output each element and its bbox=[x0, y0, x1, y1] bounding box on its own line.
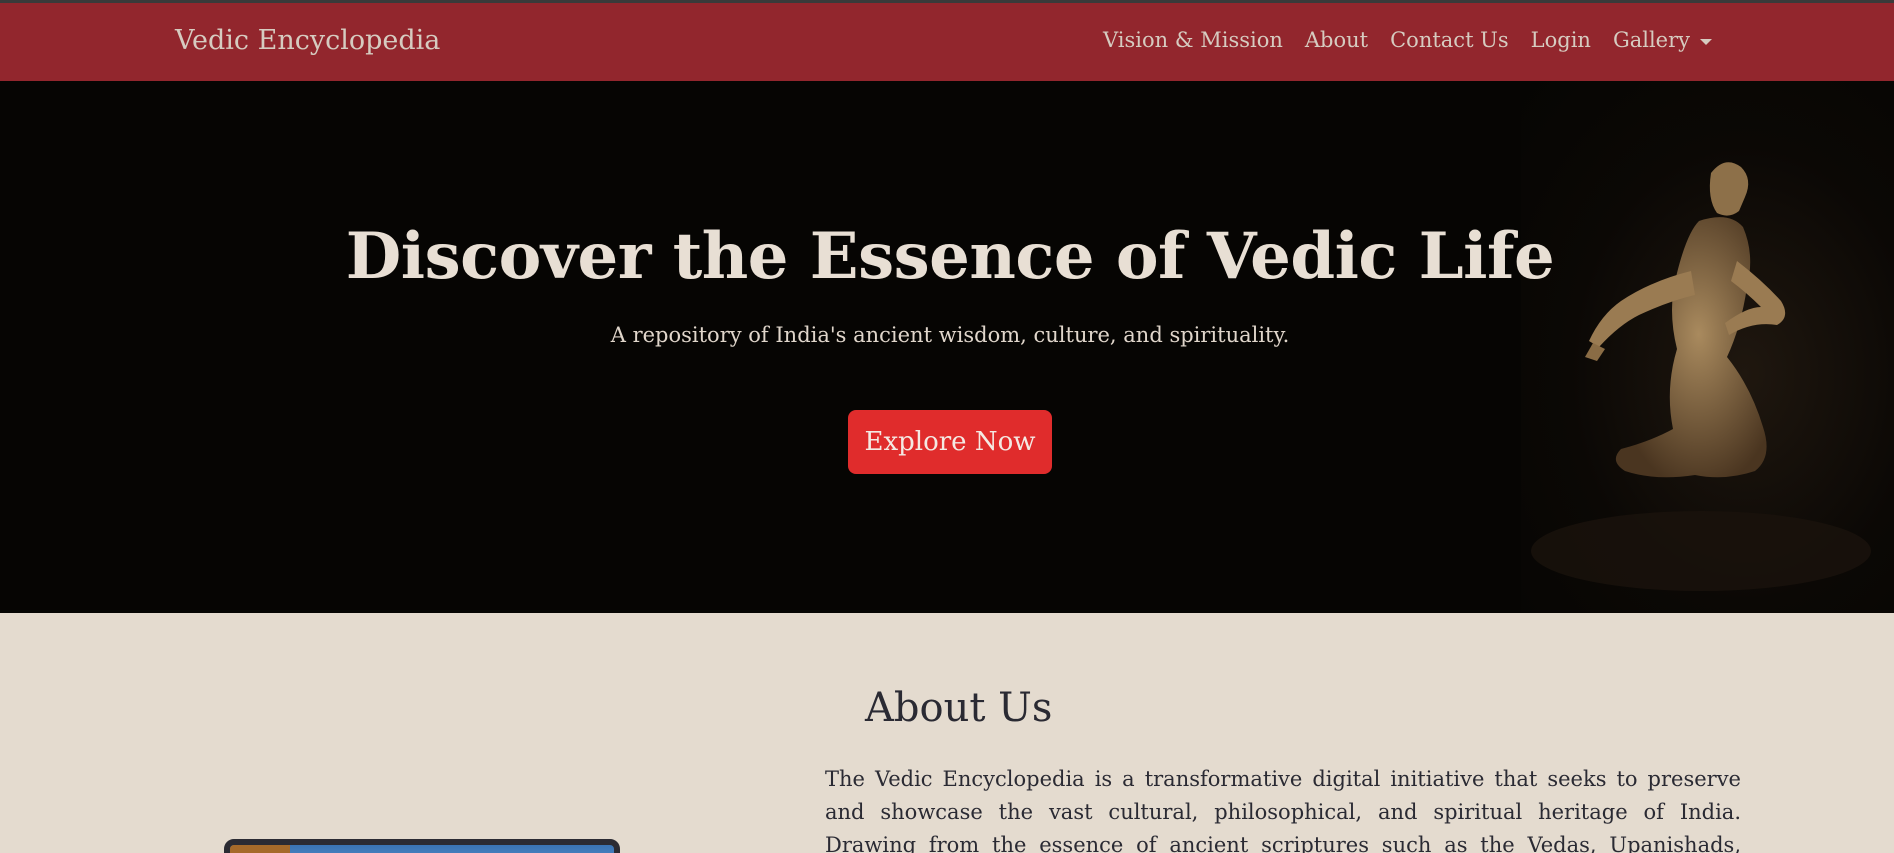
navbar: Vedic Encyclopedia Vision & Mission Abou… bbox=[0, 3, 1894, 81]
about-text: The Vedic Encyclopedia is a transformati… bbox=[825, 767, 1741, 853]
gallery-label: Gallery bbox=[1612, 28, 1690, 52]
about-image-detail bbox=[230, 845, 290, 853]
brand-link[interactable]: Vedic Encyclopedia bbox=[175, 25, 440, 56]
dancer-image bbox=[1521, 81, 1894, 613]
about-title: About Us bbox=[865, 685, 1053, 731]
hero-section: Discover the Essence of Vedic Life A rep… bbox=[0, 81, 1894, 613]
hero-title: Discover the Essence of Vedic Life bbox=[345, 219, 1555, 294]
dancer-silhouette bbox=[1531, 162, 1871, 591]
caret-down-icon bbox=[1700, 38, 1712, 45]
about-section: About Us The Vedic Encyclopedia is a tra… bbox=[0, 613, 1894, 853]
nav-links: Vision & Mission About Contact Us Login … bbox=[1103, 28, 1712, 52]
explore-now-button[interactable]: Explore Now bbox=[848, 410, 1052, 474]
gallery-dropdown-toggle[interactable]: Gallery bbox=[1613, 28, 1712, 52]
nav-link-login[interactable]: Login bbox=[1531, 28, 1591, 52]
hero-subtitle: A repository of India's ancient wisdom, … bbox=[610, 323, 1290, 347]
about-image bbox=[224, 839, 620, 853]
nav-link-contact-us[interactable]: Contact Us bbox=[1390, 28, 1509, 52]
nav-link-about[interactable]: About bbox=[1305, 28, 1368, 52]
nav-link-vision-mission[interactable]: Vision & Mission bbox=[1103, 28, 1283, 52]
